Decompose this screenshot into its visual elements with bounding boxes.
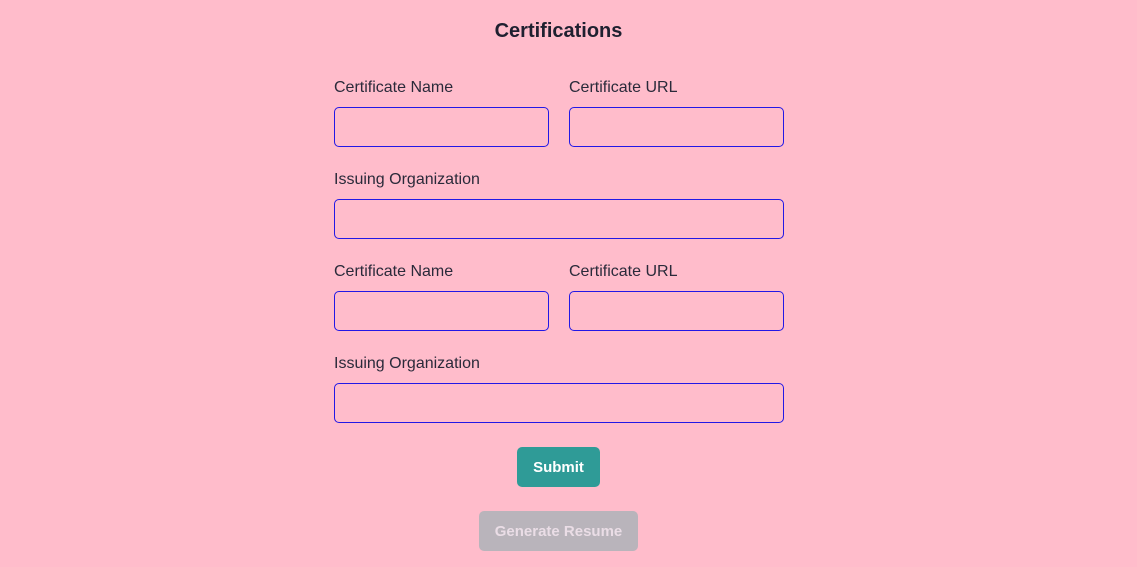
certificate-name-input[interactable]	[334, 107, 549, 147]
certificate-name-label: Certificate Name	[334, 79, 454, 96]
certificate-url-label: Certificate URL	[569, 79, 678, 96]
certificate-name-input[interactable]	[334, 291, 549, 331]
issuing-organization-input[interactable]	[334, 383, 784, 423]
issuing-organization-field-2: Issuing Organization	[334, 354, 784, 423]
certificate-name-field-1: Certificate Name	[334, 78, 549, 147]
certificate-url-field-2: Certificate URL	[569, 262, 784, 331]
certificate-url-input[interactable]	[569, 107, 784, 147]
issuing-organization-label: Issuing Organization	[334, 355, 480, 372]
certification-entry-2-row: Certificate Name Certificate URL	[334, 262, 784, 331]
certificate-name-field-2: Certificate Name	[334, 262, 549, 331]
generate-resume-wrapper: Generate Resume	[0, 511, 1117, 551]
certificate-url-input[interactable]	[569, 291, 784, 331]
submit-button[interactable]: Submit	[517, 447, 600, 487]
generate-resume-button[interactable]: Generate Resume	[479, 511, 638, 551]
issuing-organization-input[interactable]	[334, 199, 784, 239]
certification-entry-1-row: Certificate Name Certificate URL	[334, 78, 784, 147]
section-title: Certifications	[494, 20, 623, 42]
certificate-url-label: Certificate URL	[569, 263, 678, 280]
issuing-organization-label: Issuing Organization	[334, 171, 480, 188]
certifications-form: Certificate Name Certificate URL Issuing…	[334, 78, 784, 423]
submit-button-wrapper: Submit	[0, 447, 1117, 487]
certificate-url-field-1: Certificate URL	[569, 78, 784, 147]
issuing-organization-field-1: Issuing Organization	[334, 170, 784, 239]
certificate-name-label: Certificate Name	[334, 263, 454, 280]
